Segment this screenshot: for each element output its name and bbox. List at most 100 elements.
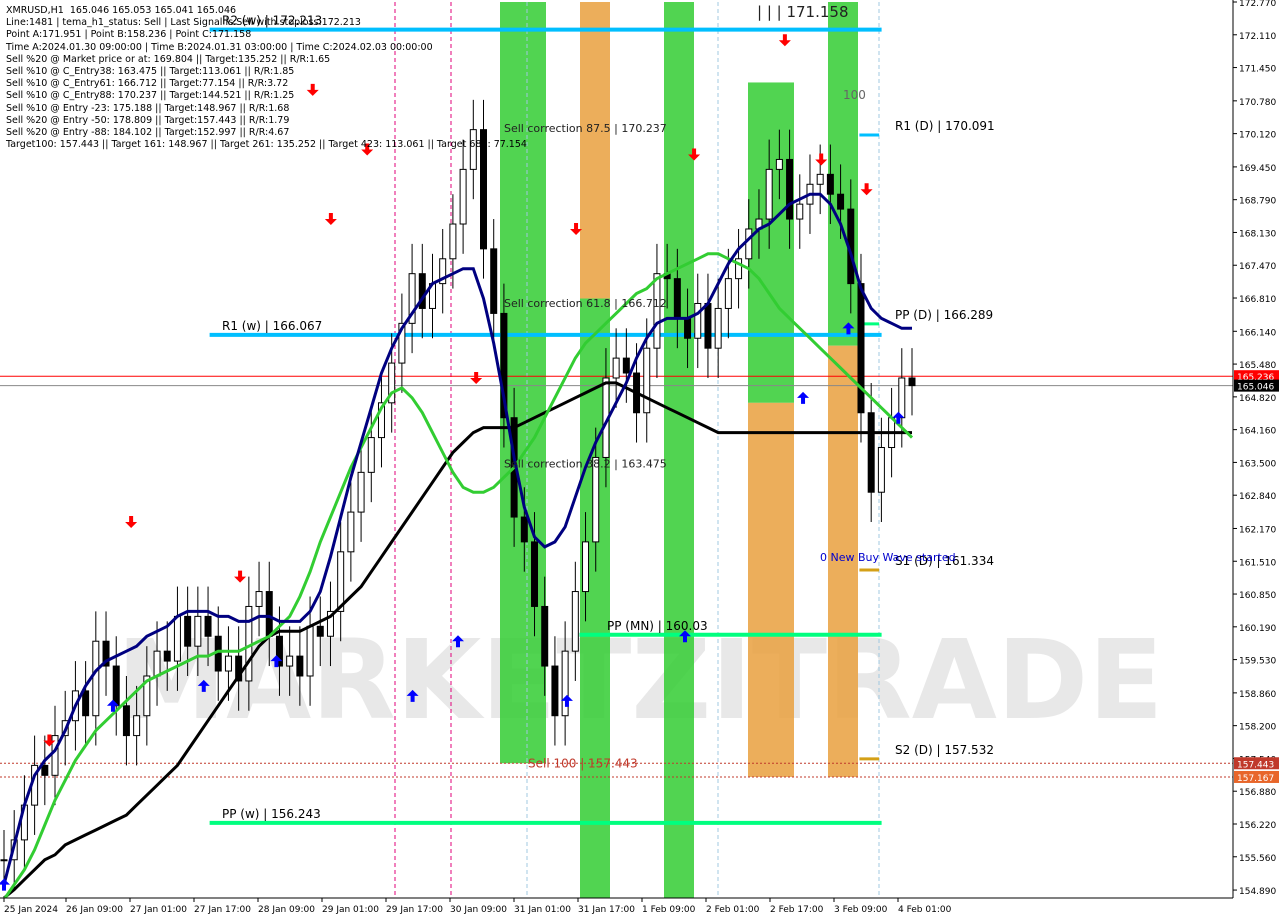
candle-body xyxy=(153,650,161,677)
candle-body xyxy=(653,273,661,349)
candle-body xyxy=(857,283,865,414)
y-tick-label: 163.500 xyxy=(1239,459,1276,469)
candle-body xyxy=(224,655,232,672)
candle-body xyxy=(786,158,794,220)
y-tick-label: 159.530 xyxy=(1239,657,1276,667)
zone-band-5 xyxy=(748,402,794,777)
x-tick-label: 25 Jan 2024 xyxy=(4,905,58,915)
sell-arrow-icon xyxy=(860,183,873,196)
candle-body xyxy=(204,615,212,637)
candle-body xyxy=(0,859,8,862)
y-tick-label: 155.560 xyxy=(1239,854,1276,864)
level-label-2: PP (w) | 156.243 xyxy=(222,807,321,821)
candle-body xyxy=(796,203,804,220)
level-label-1: R1 (w) | 166.067 xyxy=(222,319,322,333)
candle-body xyxy=(316,625,324,637)
y-tick-label: 170.780 xyxy=(1239,98,1276,108)
candle-body xyxy=(449,223,457,260)
time-axis-bg xyxy=(0,898,1280,920)
annotation-2: Sell correction 38.2 | 163.475 xyxy=(504,458,667,471)
y-tick-label: 168.130 xyxy=(1239,229,1276,239)
candle-body xyxy=(908,377,916,387)
x-tick-label: 2 Feb 17:00 xyxy=(770,905,824,915)
y-tick-label: 162.170 xyxy=(1239,525,1276,535)
y-tick-label: 172.770 xyxy=(1239,0,1276,9)
candle-body xyxy=(582,541,590,593)
candle-body xyxy=(673,278,681,319)
y-tick-label: 166.140 xyxy=(1239,328,1276,338)
y-tick-label: 167.470 xyxy=(1239,262,1276,272)
y-tick-label: 171.450 xyxy=(1239,65,1276,75)
candle-body xyxy=(459,168,467,225)
candle-body xyxy=(877,447,885,493)
y-tick-label: 161.510 xyxy=(1239,558,1276,568)
candle-body xyxy=(724,278,732,309)
y-tick-label: 158.860 xyxy=(1239,690,1276,700)
candle-body xyxy=(541,605,549,667)
x-tick-label: 4 Feb 01:00 xyxy=(898,905,952,915)
y-tick-label: 154.890 xyxy=(1239,887,1276,897)
buy-arrow-icon xyxy=(797,391,810,404)
candle-body xyxy=(480,129,488,250)
candle-body xyxy=(194,615,202,647)
y-tick-label: 160.190 xyxy=(1239,624,1276,634)
y-tick-label: 158.200 xyxy=(1239,723,1276,733)
candle-body xyxy=(184,615,192,647)
candle-body xyxy=(163,650,171,662)
candle-body xyxy=(82,690,90,717)
candle-body xyxy=(612,357,620,379)
candle-body xyxy=(367,437,375,473)
level-label-4: R1 (D) | 170.091 xyxy=(895,119,995,133)
buy-arrow-icon xyxy=(0,878,10,891)
y-tick-label: 168.790 xyxy=(1239,197,1276,207)
candle-body xyxy=(92,640,100,717)
annotation-5: | | | 171.158 xyxy=(757,3,849,21)
annotation-0: Sell correction 87.5 | 170.237 xyxy=(504,122,667,135)
candle-body xyxy=(41,764,49,776)
sell-arrow-icon xyxy=(324,213,337,226)
candle-body xyxy=(357,471,365,513)
x-tick-label: 1 Feb 09:00 xyxy=(642,905,696,915)
y-tick-label: 156.880 xyxy=(1239,788,1276,798)
candle-body xyxy=(122,705,130,737)
sell-arrow-icon xyxy=(306,83,319,96)
x-tick-label: 29 Jan 17:00 xyxy=(386,905,443,915)
candle-body xyxy=(714,307,722,349)
current-price-tag: 165.046 xyxy=(1237,383,1274,393)
x-tick-label: 26 Jan 09:00 xyxy=(66,905,123,915)
y-tick-label: 166.810 xyxy=(1239,295,1276,305)
candle-body xyxy=(684,317,692,339)
y-tick-label: 170.120 xyxy=(1239,131,1276,141)
candle-body xyxy=(837,193,845,210)
sell-arrow-icon xyxy=(125,516,138,529)
candle-body xyxy=(765,168,773,220)
target-tag-0: 157.443 xyxy=(1237,760,1274,770)
candle-body xyxy=(173,615,181,662)
annotation-3: Sell 100 | 157.443 xyxy=(528,756,638,770)
y-tick-label: 156.220 xyxy=(1239,821,1276,831)
candle-body xyxy=(255,591,263,607)
x-tick-label: 30 Jan 09:00 xyxy=(450,905,507,915)
level-label-5: PP (D) | 166.289 xyxy=(895,308,993,322)
x-tick-label: 3 Feb 09:00 xyxy=(834,905,888,915)
candle-body xyxy=(520,516,528,543)
x-tick-label: 27 Jan 17:00 xyxy=(194,905,251,915)
sell-arrow-icon xyxy=(234,570,247,583)
candle-body xyxy=(469,129,477,170)
candle-body xyxy=(265,591,273,637)
annotation-6: 100 xyxy=(843,88,866,102)
candle-body xyxy=(347,511,355,553)
candle-body xyxy=(867,412,875,493)
candle-body xyxy=(551,665,559,717)
zone-band-4 xyxy=(748,82,794,403)
sell-arrow-icon xyxy=(361,143,374,156)
candle-body xyxy=(745,228,753,260)
candle-body xyxy=(775,158,783,170)
candle-body xyxy=(622,357,630,374)
candle-body xyxy=(286,655,294,667)
sell-arrow-icon xyxy=(778,34,791,47)
y-tick-label: 162.840 xyxy=(1239,492,1276,502)
candle-body xyxy=(694,302,702,339)
x-tick-label: 2 Feb 01:00 xyxy=(706,905,760,915)
candle-body xyxy=(306,625,314,677)
